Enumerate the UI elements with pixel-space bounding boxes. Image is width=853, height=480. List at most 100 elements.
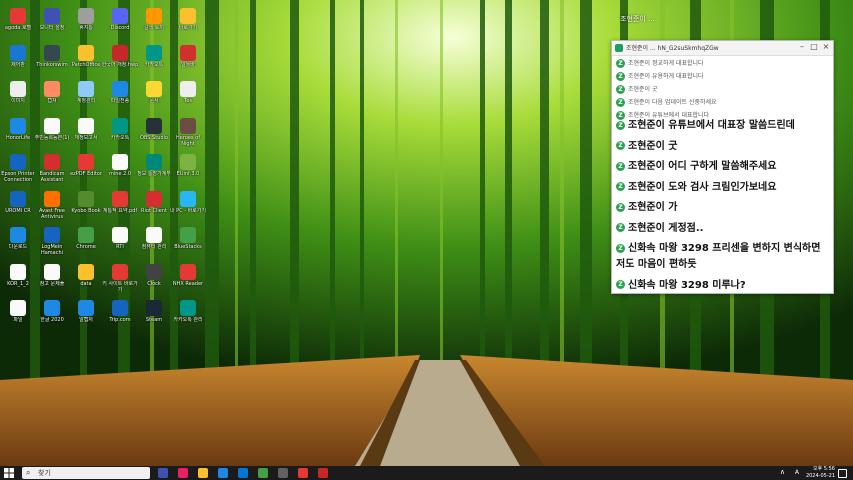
- desktop-shortcut-label: 파일: [13, 317, 23, 323]
- image-icon: [10, 81, 26, 97]
- desktop-shortcut[interactable]: 파일: [2, 298, 34, 330]
- desktop-shortcut[interactable]: 이미지: [2, 79, 34, 111]
- desktop-shortcut[interactable]: EUinf 3.0: [172, 152, 204, 184]
- minimize-button[interactable]: –: [797, 42, 807, 51]
- desktop-shortcut[interactable]: PatchOffice: [70, 43, 102, 75]
- desktop-shortcut[interactable]: 모니터 설정: [36, 6, 68, 38]
- desktop-shortcut-label: OBS Studio: [140, 134, 168, 141]
- shortcut-icon: [180, 8, 196, 24]
- desktop-shortcut[interactable]: 카카오톡: [138, 43, 170, 75]
- desktop-shortcut[interactable]: 참고 문제풀: [36, 262, 68, 294]
- desktop-shortcut[interactable]: Steam: [138, 298, 170, 330]
- desktop-shortcut[interactable]: 키 사이트 바로가기: [102, 262, 138, 294]
- taskbar-search-input[interactable]: ⌕ 찾기: [22, 467, 150, 479]
- desktop-shortcut[interactable]: 한국어 개정.hwp: [102, 43, 138, 75]
- desktop-shortcut[interactable]: NHX Reader: [172, 262, 204, 294]
- desktop-shortcut[interactable]: 다운로드: [2, 225, 34, 257]
- desktop-shortcut[interactable]: 주민등록등본(1): [35, 116, 69, 148]
- desktop-shortcut[interactable]: 내 PC - 바로가기: [170, 189, 206, 221]
- chat-message: Z 조현준이 가: [616, 198, 677, 213]
- user-badge-icon: Z: [616, 98, 625, 107]
- edge-icon[interactable]: [218, 468, 228, 478]
- desktop-shortcut[interactable]: Epson Printer Connection: [1, 152, 35, 184]
- desktop-shortcut[interactable]: KOR_1_2: [2, 262, 34, 294]
- chat-message-text: 조현준이 어디 구하게 말씀해주세요: [628, 161, 777, 172]
- chat-window[interactable]: 조현준이 ... hN_G2suSkmhqZGw – □ × Z 조현준이 정교하…: [611, 40, 834, 294]
- desktop-shortcut[interactable]: 알캡처: [70, 298, 102, 330]
- agoda-icon: [10, 8, 26, 24]
- widgets-icon[interactable]: [178, 468, 188, 478]
- desktop-shortcut-label: Tes: [184, 98, 192, 104]
- desktop-shortcut[interactable]: 갈색 토끼: [138, 6, 170, 38]
- desktop-shortcut[interactable]: 캡쳐: [36, 79, 68, 111]
- desktop-shortcut[interactable]: 카카오톡: [104, 116, 136, 148]
- data-folder-icon: [78, 263, 94, 280]
- desktop-shortcut[interactable]: Heroes of Night: [172, 116, 204, 148]
- clock[interactable]: 오후 5:56 2024-05-21: [806, 466, 835, 480]
- monitor-settings-icon: [44, 8, 60, 24]
- desktop-shortcut[interactable]: 카카오톡 관리: [172, 298, 204, 330]
- desktop-shortcut-label: Clock: [147, 280, 161, 287]
- desktop-shortcut[interactable]: Bandicam Assistant: [36, 152, 68, 184]
- desktop-shortcut[interactable]: LogMein Hamachi: [36, 225, 68, 257]
- desktop-shortcut[interactable]: ezPDF Editor: [70, 152, 102, 184]
- task-view-icon[interactable]: [158, 468, 168, 478]
- store-icon[interactable]: [238, 468, 248, 478]
- app-taskbar-icon[interactable]: [278, 468, 288, 478]
- windows-start-icon[interactable]: [4, 468, 14, 478]
- input-language[interactable]: A: [795, 469, 799, 476]
- file-explorer-icon[interactable]: [198, 468, 208, 478]
- ezpdf-icon: [78, 154, 94, 170]
- desktop-shortcut[interactable]: 알툴바: [172, 43, 204, 75]
- desktop-shortcut[interactable]: Discord: [104, 6, 136, 38]
- close-button[interactable]: ×: [821, 42, 831, 51]
- chat-titlebar[interactable]: 조현준이 ... hN_G2suSkmhqZGw – □ ×: [612, 41, 833, 56]
- desktop-shortcut[interactable]: Tes: [172, 79, 204, 111]
- maximize-button[interactable]: □: [809, 42, 819, 51]
- desktop-shortcut[interactable]: Riot Client: [138, 189, 170, 221]
- desktop-shortcut[interactable]: UROMI CR: [2, 189, 34, 221]
- user-badge-icon: Z: [616, 161, 625, 171]
- thinkorswim-icon: [44, 44, 60, 61]
- desktop-shortcut[interactable]: 재정보고서: [70, 116, 102, 148]
- desktop-shortcut-label: LogMein Hamachi: [40, 244, 64, 256]
- desktop-shortcut[interactable]: 정보 통장가계부: [137, 152, 171, 184]
- desktop-shortcut-label: 바로가기: [178, 25, 198, 31]
- desktop-shortcut[interactable]: 휴지통: [70, 6, 102, 38]
- desktop-shortcut[interactable]: Chrome: [70, 225, 102, 257]
- trip-icon: [112, 300, 128, 316]
- avast-icon: [44, 190, 60, 207]
- euinf-icon: [180, 154, 196, 170]
- desktop-shortcut[interactable]: data: [70, 262, 102, 294]
- desktop-shortcut[interactable]: Clock: [138, 262, 170, 294]
- desktop-shortcut[interactable]: 계정관리: [70, 79, 102, 111]
- desktop-shortcut[interactable]: 계통적 요약.pdf: [103, 189, 137, 221]
- computer-mgmt-icon: [146, 227, 162, 243]
- red-app-taskbar-icon[interactable]: [298, 468, 308, 478]
- chrome-taskbar-icon[interactable]: [258, 468, 268, 478]
- reader-icon: [180, 263, 196, 280]
- desktop-shortcut[interactable]: 한글 2020: [36, 298, 68, 330]
- desktop-shortcut[interactable]: BlueStacks: [172, 225, 204, 257]
- desktop-shortcut[interactable]: OBS Studio: [138, 116, 170, 148]
- desktop-shortcut[interactable]: 컴퓨터 관리: [138, 225, 170, 257]
- desktop-shortcut[interactable]: agoda 호텔: [2, 6, 34, 38]
- desktop-shortcut[interactable]: Kyobo Book: [70, 189, 102, 221]
- kyobo-icon: [78, 190, 94, 207]
- desktop-shortcut[interactable]: 문서: [138, 79, 170, 111]
- desktop-shortcut[interactable]: 제어판: [2, 43, 34, 75]
- desktop-shortcut[interactable]: Thinkorswim: [36, 43, 68, 75]
- notification-icon[interactable]: [838, 469, 847, 478]
- desktop-shortcut[interactable]: HonorLife: [2, 116, 34, 148]
- recording-taskbar-icon[interactable]: [318, 468, 328, 478]
- chat-title: 조현준이 ... hN_G2suSkmhqZGw: [626, 45, 719, 52]
- desktop-shortcut[interactable]: RTI: [104, 225, 136, 257]
- desktop-shortcut[interactable]: Avast Free Antivirus: [36, 189, 68, 221]
- desktop-shortcut[interactable]: 바로가기: [172, 6, 204, 38]
- desktop-shortcut[interactable]: Trip.com: [104, 298, 136, 330]
- kor-icon: [10, 263, 26, 280]
- tray-expand-icon[interactable]: ∧: [780, 468, 785, 476]
- desktop-shortcut[interactable]: 파일전송: [104, 79, 136, 111]
- desktop-shortcut[interactable]: mine 2.0: [104, 152, 136, 184]
- chat-message-list[interactable]: Z 조현준이 정교하게 대표합니다 Z 조현준이 유용하게 대표합니다 Z 조현준이 굿Z…: [612, 56, 833, 293]
